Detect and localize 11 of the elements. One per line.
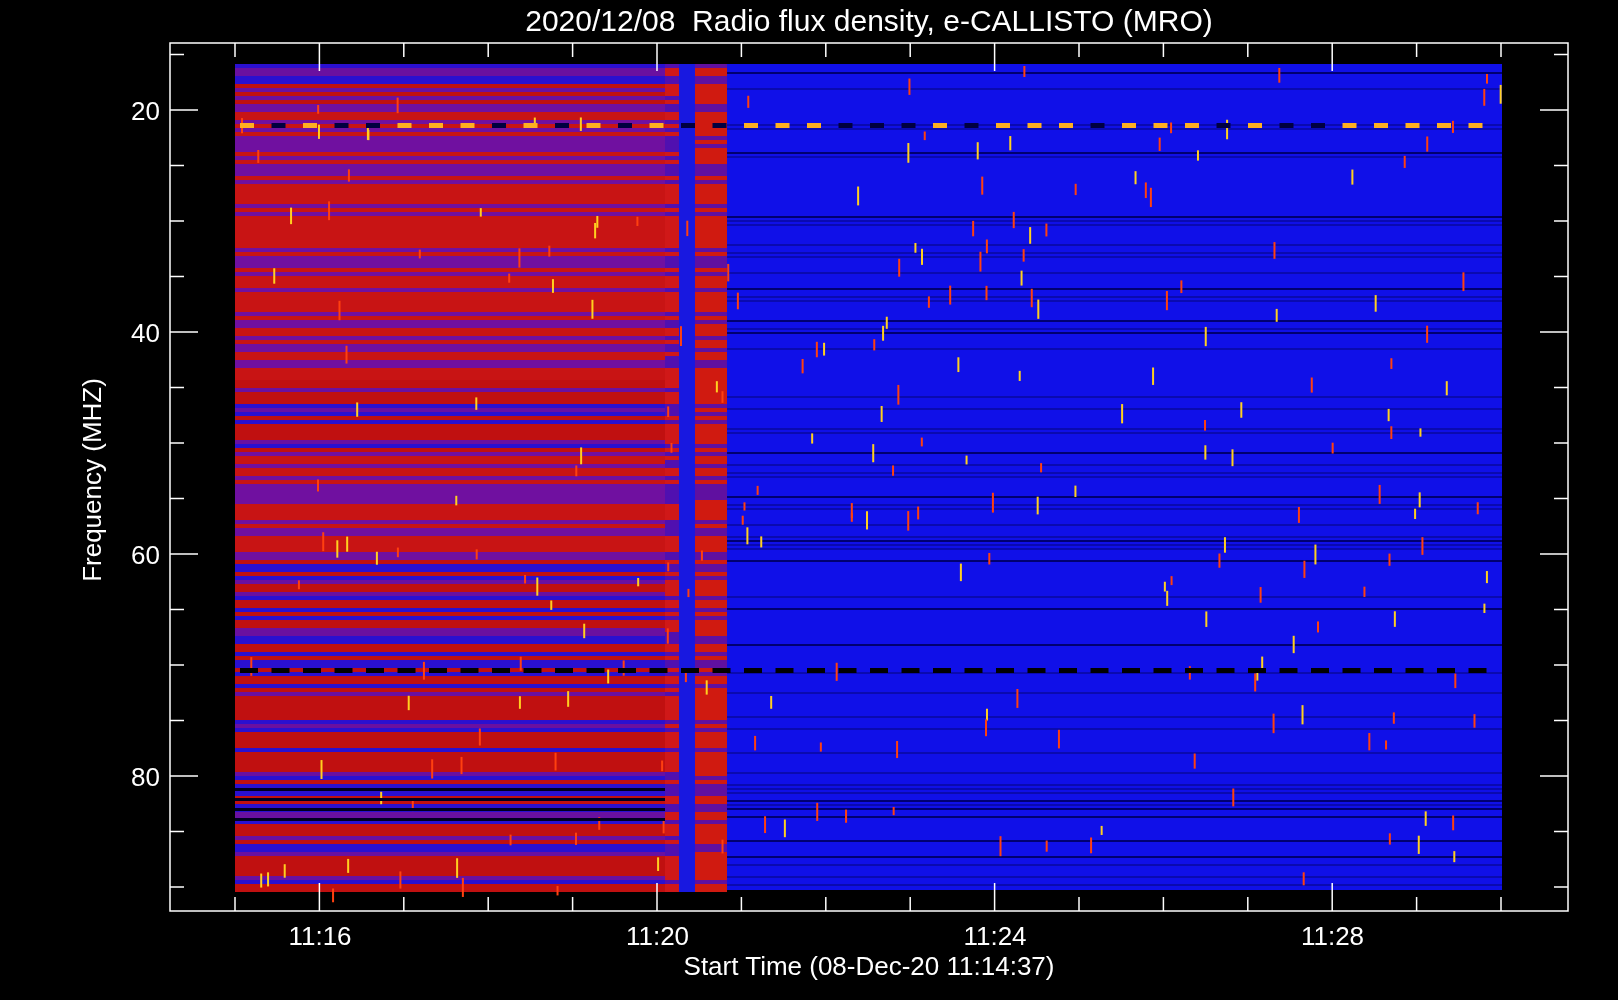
y-axis-title: Frequency (MHZ) xyxy=(77,378,107,582)
x-tick-label: 11:28 xyxy=(1300,921,1365,951)
x-tick-label: 11:24 xyxy=(963,921,1027,951)
x-axis-title: Start Time (08-Dec-20 11:14:37) xyxy=(683,951,1055,981)
x-tick-label: 11:20 xyxy=(625,921,690,951)
y-tick-label: 40 xyxy=(131,318,160,348)
y-tick-label: 80 xyxy=(131,762,160,792)
x-tick-label: 11:16 xyxy=(288,921,352,951)
y-tick-label: 60 xyxy=(131,540,160,570)
chart-title: 2020/12/08 Radio flux density, e-CALLISTO (MRO) xyxy=(525,4,1213,37)
y-tick-label: 20 xyxy=(131,96,160,126)
